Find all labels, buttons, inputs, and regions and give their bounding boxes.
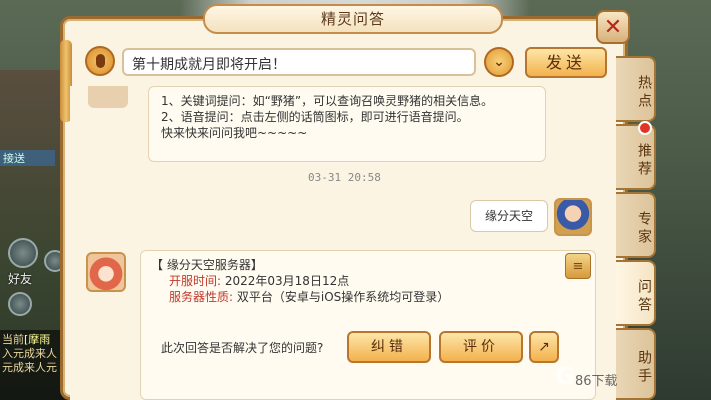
chevron-down-icon: ⌄	[493, 54, 505, 70]
user-avatar	[554, 198, 592, 236]
history-dropdown-button[interactable]: ⌄	[484, 47, 514, 77]
rate-button[interactable]: 评价	[439, 331, 523, 363]
server-info: 【 缘分天空服务器】 开服时间: 2022年03月18日12点 服务器性质: 双…	[151, 257, 449, 305]
platform-label: 服务器性质:	[169, 290, 234, 304]
intro-message: 1、关键词提问：如“野猪”，可以查询召唤灵野猪的相关信息。 2、语音提问：点击左…	[148, 86, 546, 162]
tab-qa[interactable]: 问答	[616, 260, 656, 326]
left-hud-label: 接送	[0, 150, 55, 166]
intro-line: 2、语音提问：点击左侧的话筒图标，即可进行语音提问。	[161, 110, 469, 124]
tab-hot[interactable]: 热点	[616, 56, 656, 122]
error-report-button[interactable]: 纠错	[347, 331, 431, 363]
tab-assistant[interactable]: 助手	[616, 328, 656, 400]
notification-dot	[638, 121, 652, 135]
question-input[interactable]: 第十期成就月即将开启！	[122, 48, 476, 76]
close-button[interactable]: ✕	[596, 10, 630, 44]
chat-line: 元成来人元	[2, 361, 57, 374]
close-icon: ✕	[603, 14, 623, 40]
share-button[interactable]: ↗	[529, 331, 559, 363]
watermark: 86下载	[575, 374, 618, 389]
server-title: 【 缘分天空服务器】	[151, 258, 263, 272]
voice-button[interactable]	[85, 46, 115, 76]
chat-line: 入元成来人	[2, 347, 57, 360]
send-button[interactable]: 发送	[525, 47, 607, 78]
settings-icon[interactable]	[8, 292, 32, 316]
friend-icon[interactable]	[8, 238, 38, 268]
world-chat: 当前[摩雨 入元成来人 元成来人元	[0, 330, 68, 400]
chat-area[interactable]: 1、关键词提问：如“野猪”，可以查询召唤灵野猪的相关信息。 2、语音提问：点击左…	[70, 86, 618, 400]
npc-avatar-partial	[88, 86, 128, 108]
intro-line: 1、关键词提问：如“野猪”，可以查询召唤灵野猪的相关信息。	[161, 94, 494, 108]
tab-recommend[interactable]: 推荐	[616, 124, 656, 190]
user-message: 缘分天空	[470, 200, 548, 232]
open-time-label: 开服时间:	[169, 274, 222, 288]
answer-message: 【 缘分天空服务器】 开服时间: 2022年03月18日12点 服务器性质: 双…	[140, 250, 596, 400]
chat-tag: [摩雨	[24, 333, 51, 346]
baidu-logo-icon: G	[555, 362, 575, 390]
title-bar: 精灵问答	[203, 4, 503, 34]
scroll-icon[interactable]: ≡	[565, 253, 591, 279]
share-icon: ↗	[538, 339, 550, 355]
intro-line: 快来快来问问我吧~~~~~	[161, 126, 308, 140]
tab-expert[interactable]: 专家	[616, 192, 656, 258]
open-time-value: 2022年03月18日12点	[221, 274, 350, 288]
friend-label: 好友	[8, 272, 33, 286]
message-timestamp: 03-31 20:58	[308, 171, 381, 184]
feedback-question: 此次回答是否解决了您的问题?	[161, 341, 324, 355]
dialog-title: 精灵问答	[320, 10, 385, 28]
chat-channel: 当前	[2, 333, 24, 346]
microphone-icon	[95, 54, 105, 68]
platform-value: 双平台（安卓与iOS操作系统均可登录）	[233, 290, 450, 304]
npc-avatar	[86, 252, 126, 292]
